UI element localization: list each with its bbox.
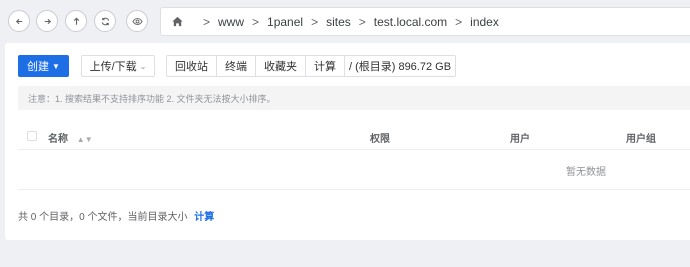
chevron-down-icon: ▼ [52, 61, 60, 71]
column-group: 用户组 [626, 134, 656, 145]
terminal-button[interactable]: 终端 [216, 55, 256, 77]
recycle-bin-button[interactable]: 回收站 [166, 55, 217, 77]
select-all-checkbox[interactable] [27, 131, 37, 141]
upload-download-label: 上传/下载 [89, 61, 137, 73]
column-name[interactable]: 名称 ▲▼ [48, 130, 93, 145]
calculate-button[interactable]: 计算 [305, 55, 345, 77]
breadcrumb-sites[interactable]: sites [326, 15, 351, 29]
chevron-down-icon: ⌄ [139, 61, 147, 71]
home-icon[interactable] [171, 15, 185, 29]
breadcrumb-separator: > [358, 14, 366, 29]
breadcrumb-separator: > [311, 14, 319, 29]
refresh-icon [101, 17, 109, 25]
notice-banner: 注意：1. 搜索结果不支持排序功能 2. 文件夹无法按大小排序。 [18, 86, 690, 110]
back-button[interactable] [8, 10, 30, 32]
breadcrumb-separator: > [252, 14, 260, 29]
breadcrumb-www[interactable]: www [218, 15, 244, 29]
column-name-label: 名称 [48, 134, 68, 145]
action-button-group: 回收站 终端 收藏夹 计算 / (根目录) 896.72 GB [166, 55, 456, 77]
column-permission: 权限 [370, 134, 390, 145]
empty-text: 暂无数据 [566, 167, 606, 178]
breadcrumb-test-local-com[interactable]: test.local.com [374, 15, 447, 29]
breadcrumb-index[interactable]: index [470, 15, 499, 29]
arrow-left-icon [15, 18, 22, 24]
up-button[interactable] [65, 10, 87, 32]
create-label: 创建 [27, 61, 50, 73]
calculate-size-link[interactable]: 计算 [194, 212, 214, 223]
path-breadcrumb[interactable]: > www > 1panel > sites > test.local.com … [160, 7, 690, 36]
breadcrumb-separator: > [455, 14, 463, 29]
refresh-button[interactable] [94, 10, 116, 32]
arrow-right-icon [44, 18, 51, 24]
favorites-button[interactable]: 收藏夹 [255, 55, 306, 77]
disk-size-button[interactable]: / (根目录) 896.72 GB [344, 55, 456, 77]
navigation-bar: > www > 1panel > sites > test.local.com … [0, 0, 690, 42]
file-panel: 创建 ▼ 上传/下载 ⌄ 回收站 终端 收藏夹 计算 / (根目录) 896.7… [5, 43, 690, 240]
create-button[interactable]: 创建 ▼ [18, 55, 69, 77]
breadcrumb-1panel[interactable]: 1panel [267, 15, 303, 29]
upload-download-button[interactable]: 上传/下载 ⌄ [81, 55, 155, 77]
breadcrumb-separator: > [203, 14, 211, 29]
sort-icon[interactable]: ▲▼ [77, 135, 93, 144]
arrow-up-icon [73, 17, 79, 25]
summary-text: 共 0 个目录，0 个文件，当前目录大小 [18, 212, 188, 223]
view-hidden-button[interactable] [126, 10, 148, 32]
table-body: 暂无数据 [18, 150, 690, 190]
column-user: 用户 [510, 134, 530, 145]
eye-icon [131, 17, 143, 25]
table-header: 名称 ▲▼ 权限 用户 用户组 [18, 123, 690, 150]
toolbar: 创建 ▼ 上传/下载 ⌄ 回收站 终端 收藏夹 计算 / (根目录) 896.7… [18, 55, 456, 77]
file-table: 名称 ▲▼ 权限 用户 用户组 暂无数据 [18, 123, 690, 190]
footer-summary: 共 0 个目录，0 个文件，当前目录大小 计算 [18, 208, 214, 223]
forward-button[interactable] [36, 10, 58, 32]
